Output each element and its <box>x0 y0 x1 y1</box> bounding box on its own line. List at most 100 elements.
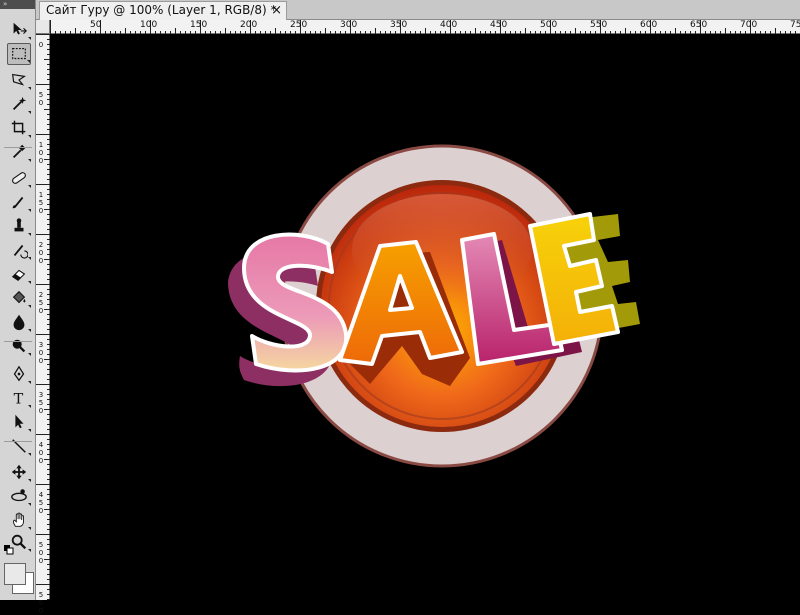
ruler-label: 500 <box>540 20 558 30</box>
tool-flyout-indicator-icon <box>28 37 31 40</box>
ruler-label: 0 <box>38 157 44 165</box>
ruler-label: 1 <box>38 141 44 149</box>
tool-flyout-indicator-icon <box>28 87 31 90</box>
blur-tool[interactable] <box>7 311 31 333</box>
ruler-label: 5 <box>38 91 44 99</box>
dodge-icon <box>12 339 26 353</box>
tool-group-divider <box>4 441 32 442</box>
ruler-label: 0 <box>38 607 44 615</box>
foreground-color-swatch[interactable] <box>4 563 26 585</box>
3d-rotate-tool[interactable] <box>7 461 31 483</box>
ruler-label: 0 <box>38 357 44 365</box>
tool-flyout-indicator-icon <box>27 60 30 63</box>
tool-flyout-indicator-icon <box>28 185 31 188</box>
tool-group-divider <box>4 147 32 148</box>
ruler-label: 0 <box>38 149 44 157</box>
clone-stamp-tool[interactable] <box>7 215 31 237</box>
eraser-tool[interactable] <box>7 263 31 285</box>
healing-brush-tool[interactable] <box>7 167 31 189</box>
ruler-label: 0 <box>38 207 44 215</box>
hand-icon <box>13 512 24 527</box>
ruler-label: 450 <box>490 20 508 30</box>
tool-flyout-indicator-icon <box>28 503 31 506</box>
magic-wand-tool[interactable] <box>7 93 31 115</box>
eyedropper-tool[interactable] <box>7 141 31 163</box>
tool-flyout-indicator-icon <box>28 281 31 284</box>
ruler-label: 0 <box>38 307 44 315</box>
ruler-label: 50 <box>90 20 102 30</box>
crop-tool[interactable] <box>7 117 31 139</box>
tool-flyout-indicator-icon <box>28 527 31 530</box>
marquee-tool[interactable] <box>7 43 31 65</box>
ruler-label: 0 <box>38 407 44 415</box>
tool-flyout-indicator-icon <box>28 135 31 138</box>
sale-artwork <box>228 144 640 468</box>
ruler-label: 0 <box>38 249 44 257</box>
ruler-label: 4 <box>38 441 44 449</box>
ruler-label: 0 <box>38 349 44 357</box>
tool-flyout-indicator-icon <box>28 209 31 212</box>
line-tool[interactable] <box>7 435 31 457</box>
paint-bucket-icon <box>12 290 26 304</box>
ruler-label: 300 <box>340 20 358 30</box>
type-tool[interactable]: T <box>7 387 31 409</box>
ruler-label: 1 <box>38 191 44 199</box>
blur-drop-icon <box>13 314 25 331</box>
default-colors-icon[interactable] <box>4 545 14 555</box>
tool-flyout-indicator-icon <box>28 381 31 384</box>
ruler-label: 4 <box>38 491 44 499</box>
panel-collapse-grip[interactable]: » <box>0 0 35 9</box>
3d-rotate-icon <box>11 464 27 480</box>
ruler-label: 350 <box>390 20 408 30</box>
ruler-label: 5 <box>38 541 44 549</box>
ruler-origin[interactable] <box>36 20 50 34</box>
document-title: Сайт Гуру @ 100% (Layer 1, RGB/8) * <box>46 3 277 17</box>
3d-orbit-tool[interactable] <box>7 485 31 507</box>
tools-panel: » T <box>0 0 36 600</box>
document-canvas[interactable] <box>50 34 800 600</box>
crop-icon <box>11 120 26 135</box>
line-icon <box>12 439 26 453</box>
ruler-label: 5 <box>38 499 44 507</box>
ruler-label: 0 <box>38 449 44 457</box>
3d-orbit-icon <box>11 489 27 502</box>
history-brush-icon <box>13 244 28 259</box>
tool-flyout-indicator-icon <box>28 257 31 260</box>
ruler-label: 650 <box>690 20 708 30</box>
rect-marquee-icon <box>12 48 26 60</box>
brush-tool[interactable] <box>7 191 31 213</box>
ruler-label: 5 <box>38 299 44 307</box>
dodge-tool[interactable] <box>7 335 31 357</box>
ruler-label: 150 <box>190 20 208 30</box>
eyedropper-icon <box>12 144 26 159</box>
vertical-ruler[interactable]: 050100150200250300350400450500550 <box>36 34 50 615</box>
brush-icon <box>12 196 24 209</box>
paint-bucket-tool[interactable] <box>7 287 31 309</box>
tool-flyout-indicator-icon <box>28 305 31 308</box>
move-icon <box>13 22 27 35</box>
ruler-label: 550 <box>590 20 608 30</box>
path-selection-tool[interactable] <box>7 411 31 433</box>
ruler-label: 0 <box>38 257 44 265</box>
tool-flyout-indicator-icon <box>28 549 31 552</box>
ruler-label: 0 <box>38 549 44 557</box>
hand-tool[interactable] <box>7 509 31 531</box>
lasso-tool[interactable] <box>7 69 31 91</box>
history-brush-tool[interactable] <box>7 239 31 261</box>
pen-tool[interactable] <box>7 363 31 385</box>
close-tab-button[interactable]: × <box>271 2 282 19</box>
eraser-icon <box>11 269 26 281</box>
ruler-label: 5 <box>38 199 44 207</box>
document-tab[interactable]: Сайт Гуру @ 100% (Layer 1, RGB/8) * × <box>39 1 287 20</box>
horizontal-ruler[interactable]: 50 100 150 200 250 300 350 400 450 500 550 600 650 70… <box>50 20 800 34</box>
tool-flyout-indicator-icon <box>28 405 31 408</box>
tool-group-divider <box>4 341 32 342</box>
svg-text:T: T <box>14 391 24 407</box>
tool-flyout-indicator-icon <box>28 233 31 236</box>
move-tool[interactable] <box>7 19 31 41</box>
arrow-icon <box>15 414 24 429</box>
tool-flyout-indicator-icon <box>28 353 31 356</box>
bandage-icon <box>12 172 26 184</box>
tool-flyout-indicator-icon <box>28 429 31 432</box>
stamp-icon <box>14 218 24 232</box>
